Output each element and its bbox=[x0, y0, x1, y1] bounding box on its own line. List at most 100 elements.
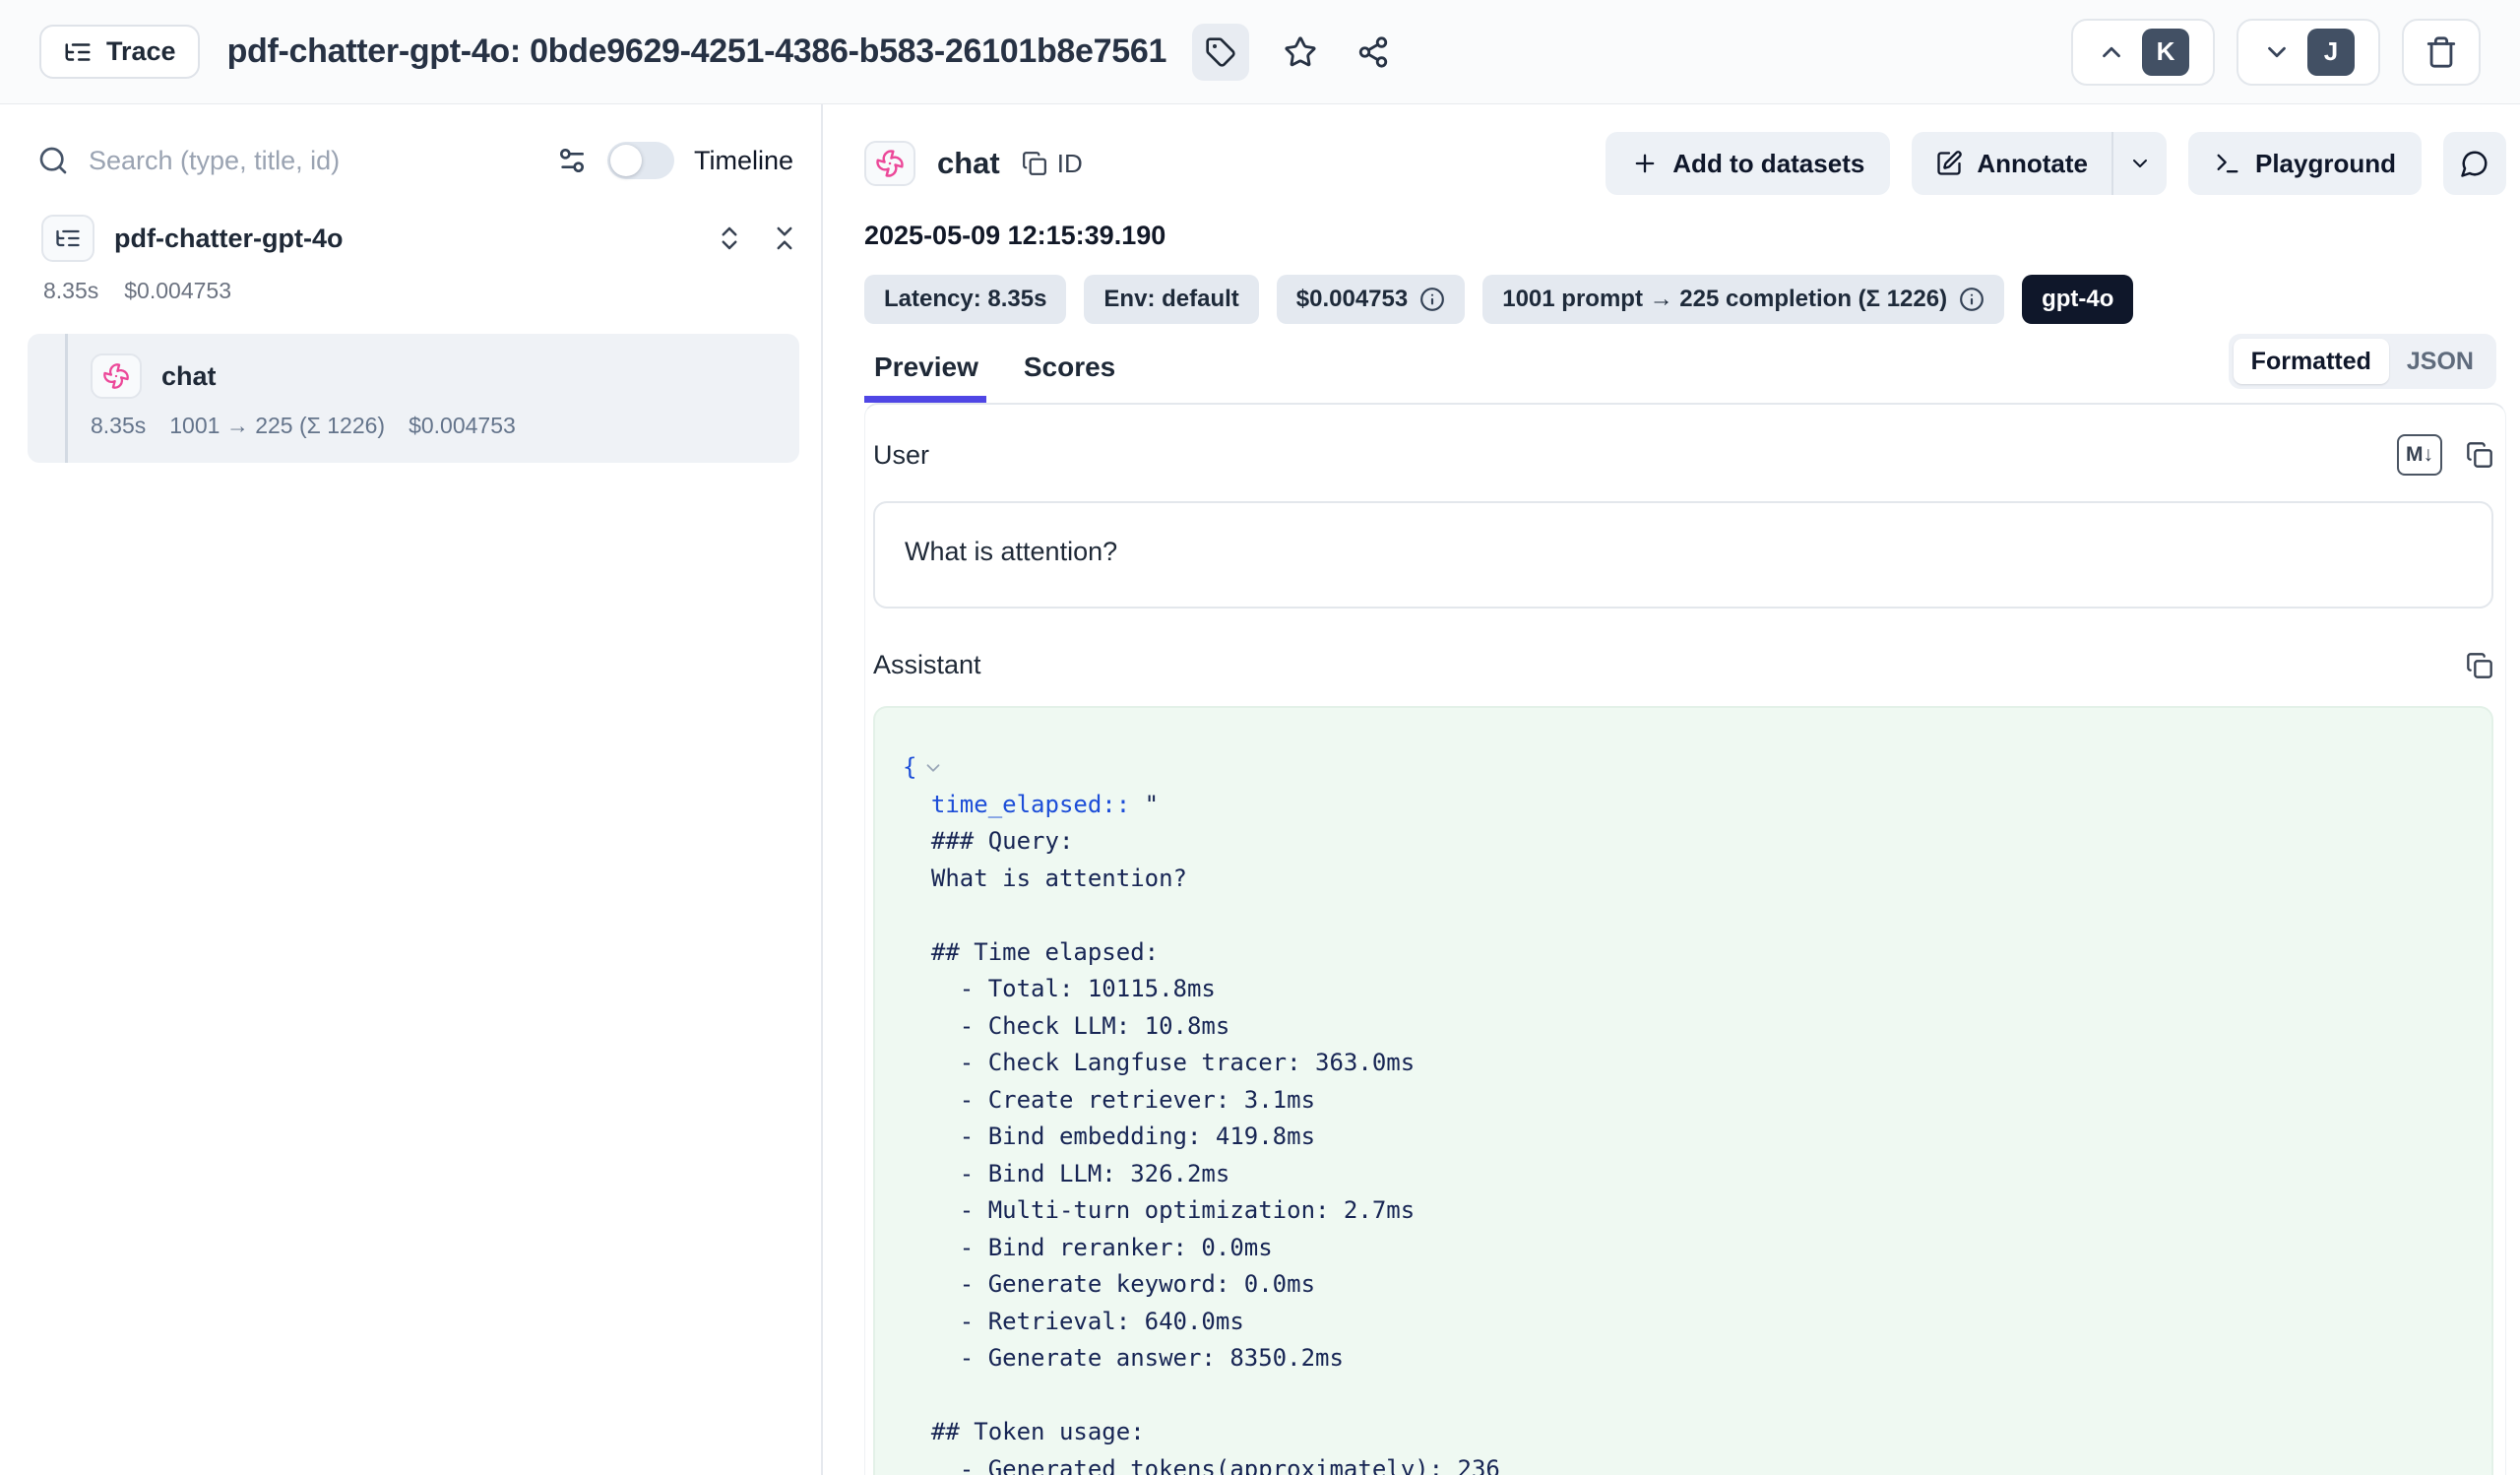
observation-title: chat bbox=[937, 146, 1000, 181]
cost-badge: $0.004753 bbox=[1277, 275, 1465, 324]
annotate-button[interactable]: Annotate bbox=[1912, 132, 2111, 195]
collapse-chevron-icon[interactable] bbox=[922, 757, 944, 779]
observation-timestamp: 2025-05-09 12:15:39.190 bbox=[864, 221, 2506, 251]
add-to-datasets-button[interactable]: Add to datasets bbox=[1606, 132, 1890, 195]
code-line: - Retrieval: 640.0ms bbox=[903, 1304, 2464, 1341]
list-tree-icon bbox=[63, 37, 93, 67]
markdown-toggle-icon[interactable]: M↓ bbox=[2397, 434, 2442, 476]
user-message-text: What is attention? bbox=[905, 537, 1117, 566]
code-line: - Generate keyword: 0.0ms bbox=[903, 1266, 2464, 1304]
search-input[interactable] bbox=[89, 146, 536, 176]
copy-icon[interactable] bbox=[2466, 652, 2493, 679]
trace-node-name: pdf-chatter-gpt-4o bbox=[114, 224, 343, 254]
annotate-dropdown-button[interactable] bbox=[2111, 132, 2167, 195]
top-right-actions: K J bbox=[2071, 19, 2481, 86]
code-line: - Generated tokens(approximately): 236 bbox=[903, 1451, 2464, 1475]
star-icon bbox=[1284, 35, 1317, 69]
info-icon[interactable] bbox=[1419, 287, 1445, 312]
observation-detail-panel: chat ID Add to datasets bbox=[823, 104, 2520, 1475]
add-to-datasets-label: Add to datasets bbox=[1672, 149, 1864, 179]
code-line: { bbox=[903, 749, 2464, 787]
code-line: - Bind reranker: 0.0ms bbox=[903, 1230, 2464, 1267]
observation-header: chat ID Add to datasets bbox=[864, 132, 2506, 195]
prev-trace-button[interactable]: K bbox=[2071, 19, 2215, 86]
code-line: - Bind LLM: 326.2ms bbox=[903, 1156, 2464, 1193]
square-pen-icon bbox=[1935, 150, 1963, 177]
top-bar: Trace pdf-chatter-gpt-4o: 0bde9629-4251-… bbox=[0, 0, 2520, 104]
playground-button[interactable]: Playground bbox=[2188, 132, 2422, 195]
timeline-label: Timeline bbox=[694, 146, 793, 176]
metric-badges: Latency: 8.35s Env: default $0.004753 10… bbox=[864, 275, 2506, 324]
trace-latency: 8.35s bbox=[43, 278, 98, 304]
model-badge: gpt-4o bbox=[2022, 275, 2133, 324]
tree-node-trace[interactable]: pdf-chatter-gpt-4o bbox=[28, 215, 799, 262]
chevron-down-icon bbox=[2262, 37, 2292, 67]
format-toggle: Formatted JSON bbox=[2229, 334, 2496, 389]
assistant-label: Assistant bbox=[873, 650, 981, 680]
copy-icon[interactable] bbox=[2466, 441, 2493, 469]
tab-scores[interactable]: Scores bbox=[1024, 352, 1115, 403]
tabs-row: Preview Scores Formatted JSON bbox=[864, 352, 2506, 403]
collapse-all-icon[interactable] bbox=[770, 224, 799, 253]
trace-node-metrics: 8.35s $0.004753 bbox=[28, 278, 799, 304]
assistant-code-box: { time_elapsed:: " ### Query: What is at… bbox=[873, 706, 2493, 1475]
assistant-section-header: Assistant bbox=[873, 650, 2493, 680]
plus-icon bbox=[1631, 150, 1659, 177]
comments-button[interactable] bbox=[2443, 132, 2506, 195]
terminal-icon bbox=[2214, 150, 2241, 177]
format-formatted-option[interactable]: Formatted bbox=[2234, 339, 2389, 384]
code-line: - Check LLM: 10.8ms bbox=[903, 1008, 2464, 1046]
message-bubble-icon bbox=[2460, 149, 2489, 178]
code-line: - Generate answer: 8350.2ms bbox=[903, 1340, 2464, 1378]
delete-button[interactable] bbox=[2402, 19, 2481, 86]
code-line bbox=[903, 1378, 2464, 1415]
chat-latency: 8.35s bbox=[91, 413, 146, 439]
tree-node-chat-selected[interactable]: chat 8.35s 1001 → 225 (Σ 1226) $0.004753 bbox=[28, 334, 799, 463]
chevron-down-icon bbox=[2128, 152, 2152, 175]
chat-node-name: chat bbox=[161, 361, 217, 392]
user-message-box: What is attention? bbox=[873, 501, 2493, 609]
view-settings-icon[interactable] bbox=[556, 145, 588, 176]
next-trace-button[interactable]: J bbox=[2236, 19, 2380, 86]
code-line: ### Query: bbox=[903, 823, 2464, 861]
latency-badge: Latency: 8.35s bbox=[864, 275, 1066, 324]
trace-cost: $0.004753 bbox=[124, 278, 231, 304]
tab-preview[interactable]: Preview bbox=[874, 352, 978, 403]
kbd-k: K bbox=[2142, 29, 2189, 76]
toggle-knob bbox=[610, 145, 642, 176]
observation-actions: Add to datasets Annotate bbox=[1606, 132, 2506, 195]
info-icon[interactable] bbox=[1959, 287, 1984, 312]
code-line: - Multi-turn optimization: 2.7ms bbox=[903, 1192, 2464, 1230]
generation-fan-icon bbox=[864, 141, 915, 186]
user-label: User bbox=[873, 440, 929, 471]
playground-label: Playground bbox=[2255, 149, 2396, 179]
kbd-j: J bbox=[2307, 29, 2355, 76]
code-line: - Create retriever: 3.1ms bbox=[903, 1082, 2464, 1120]
tokens-badge: 1001 prompt → 225 completion (Σ 1226) bbox=[1482, 275, 2004, 324]
page-title: pdf-chatter-gpt-4o: 0bde9629-4251-4386-b… bbox=[227, 32, 1167, 71]
expand-all-icon[interactable] bbox=[715, 224, 744, 253]
copy-id-button[interactable]: ID bbox=[1022, 149, 1083, 179]
generation-fan-icon bbox=[91, 353, 142, 399]
format-json-option[interactable]: JSON bbox=[2389, 339, 2491, 384]
user-section-header: User M↓ bbox=[873, 434, 2493, 476]
timeline-toggle[interactable] bbox=[607, 142, 674, 179]
tag-button[interactable] bbox=[1192, 24, 1249, 81]
code-line bbox=[903, 897, 2464, 934]
trash-icon bbox=[2425, 35, 2458, 69]
code-line: - Bind embedding: 419.8ms bbox=[903, 1119, 2464, 1156]
code-line: - Check Langfuse tracer: 363.0ms bbox=[903, 1045, 2464, 1082]
tree-search-row: Timeline bbox=[28, 130, 799, 215]
env-badge: Env: default bbox=[1084, 275, 1258, 324]
code-line: What is attention? bbox=[903, 861, 2464, 898]
chat-tokens: 1001 → 225 (Σ 1226) bbox=[169, 413, 385, 439]
star-button[interactable] bbox=[1279, 31, 1322, 74]
search-icon bbox=[37, 145, 69, 176]
copy-icon bbox=[1022, 151, 1047, 176]
code-line: time_elapsed:: " bbox=[903, 787, 2464, 824]
trace-type-badge: Trace bbox=[39, 25, 200, 79]
chat-node-metrics: 8.35s 1001 → 225 (Σ 1226) $0.004753 bbox=[91, 413, 780, 439]
chat-cost: $0.004753 bbox=[409, 413, 516, 439]
id-label: ID bbox=[1057, 149, 1083, 179]
share-button[interactable] bbox=[1352, 31, 1395, 74]
